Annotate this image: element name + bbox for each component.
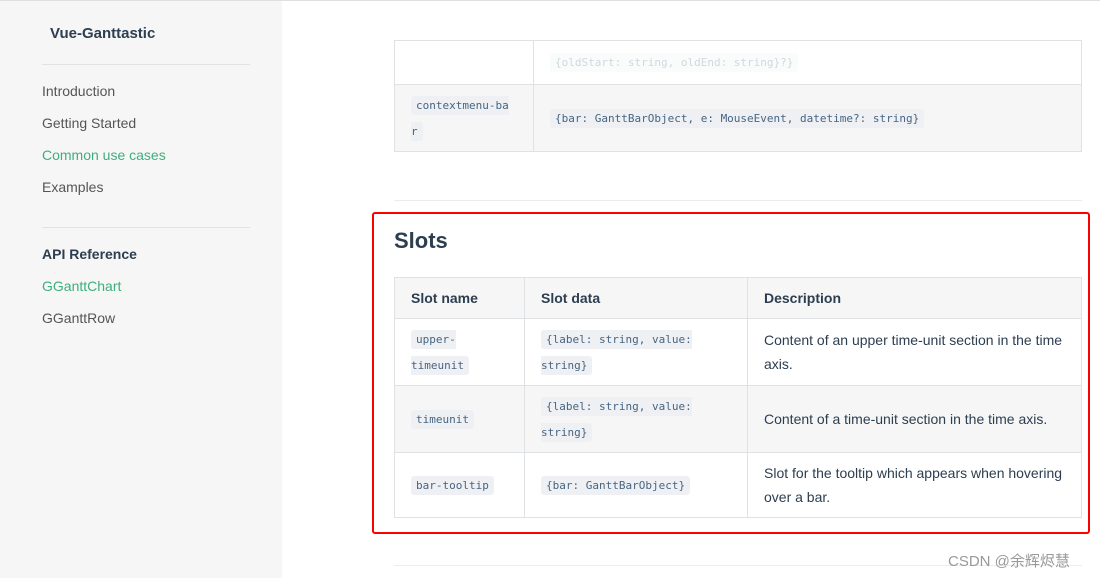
section-title-slots: Slots (394, 228, 448, 253)
slot-description: Slot for the tooltip which appears when … (747, 452, 1082, 518)
column-header: Slot data (524, 277, 748, 319)
sidebar-item-gganttrow[interactable]: GGanttRow (42, 310, 115, 326)
event-name: contextmenu-bar (411, 96, 509, 141)
slots-table: Slot name Slot data Description upper-ti… (394, 277, 1082, 518)
sidebar: Vue-Ganttastic Introduction Getting Star… (0, 1, 282, 578)
watermark: CSDN @余辉烬慧 (948, 553, 1070, 570)
table-row: {oldStart: string, oldEnd: string}?} (394, 40, 1082, 85)
site-title[interactable]: Vue-Ganttastic (50, 25, 155, 42)
slot-description: Content of an upper time-unit section in… (747, 318, 1082, 386)
sidebar-item-getting-started[interactable]: Getting Started (42, 115, 136, 131)
event-data: {bar: GanttBarObject, e: MouseEvent, dat… (550, 108, 925, 128)
slot-name: bar-tooltip (411, 476, 494, 495)
column-header: Slot name (394, 277, 525, 319)
sidebar-item-gganttchart[interactable]: GGanttChart (42, 278, 121, 294)
sidebar-item-examples[interactable]: Examples (42, 179, 103, 195)
divider (42, 64, 250, 65)
table-row: timeunit {label: string, value: string} … (394, 385, 1082, 453)
event-data-cell: {oldStart: string, oldEnd: string}?} (533, 40, 1082, 85)
sidebar-heading-api-reference[interactable]: API Reference (42, 246, 137, 262)
column-header: Description (747, 277, 1082, 319)
slot-data: {bar: GanttBarObject} (541, 476, 691, 495)
slot-data: {label: string, value: string} (541, 330, 692, 375)
table-header-row: Slot name Slot data Description (394, 277, 1082, 319)
table-row: contextmenu-bar {bar: GanttBarObject, e:… (394, 84, 1082, 152)
event-name-cell (394, 40, 534, 85)
sidebar-item-common-use-cases[interactable]: Common use cases (42, 147, 166, 163)
slot-data: {label: string, value: string} (541, 397, 692, 442)
divider (42, 227, 250, 228)
table-row: bar-tooltip {bar: GanttBarObject} Slot f… (394, 452, 1082, 518)
slot-name: upper-timeunit (411, 330, 469, 375)
slot-name: timeunit (411, 410, 474, 429)
slot-description: Content of a time-unit section in the ti… (747, 385, 1082, 453)
sidebar-item-introduction[interactable]: Introduction (42, 83, 115, 99)
events-table: {oldStart: string, oldEnd: string}?} con… (394, 40, 1082, 152)
table-row: upper-timeunit {label: string, value: st… (394, 318, 1082, 386)
divider (394, 200, 1082, 201)
